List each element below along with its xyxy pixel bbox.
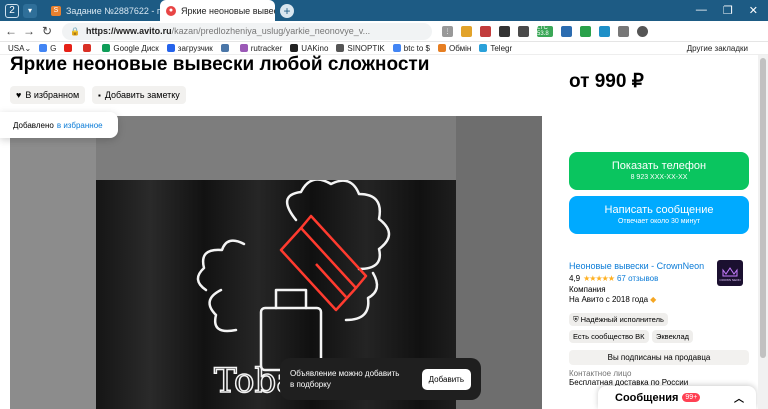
tab-list-chevron-icon[interactable]: ▾ bbox=[23, 3, 37, 18]
tab-label: Задание №2887622 - про bbox=[66, 5, 160, 16]
bookmark-item[interactable]: Google Диск bbox=[102, 44, 159, 53]
bookmark-item[interactable]: Обмін bbox=[438, 44, 471, 53]
lock-icon: 🔒 bbox=[70, 26, 80, 36]
tab-label: Яркие неоновые вывес bbox=[181, 5, 275, 16]
write-message-button[interactable]: Написать сообщение Отвечает около 30 мин… bbox=[569, 196, 749, 234]
back-arrow-icon[interactable]: ← bbox=[4, 24, 18, 38]
extension-shield-icon[interactable] bbox=[461, 25, 472, 37]
url-host: https://www.avito.ru bbox=[85, 26, 172, 36]
tab-favicon-icon: S bbox=[51, 5, 61, 16]
exchange-icon bbox=[438, 44, 447, 52]
extension-download-icon[interactable] bbox=[580, 25, 591, 37]
svg-text:CROWN NEON: CROWN NEON bbox=[719, 278, 740, 282]
address-bar[interactable]: 🔒 https://www.avito.ru /kazan/predlozhen… bbox=[62, 22, 432, 40]
extensions-puzzle-icon[interactable] bbox=[618, 25, 629, 37]
gallery-blur-left bbox=[10, 116, 96, 409]
seller-logo[interactable]: CROWN NEON bbox=[717, 260, 743, 286]
seller-rating: 4,9 ★★★★★ 67 отзывов bbox=[569, 274, 659, 283]
gmail-icon[interactable] bbox=[83, 44, 94, 52]
seller-type: Компания bbox=[569, 285, 606, 294]
tab-count-button[interactable]: 2 bbox=[5, 3, 19, 18]
tab-avito[interactable]: ● Яркие неоновые вывес ✕ bbox=[160, 0, 275, 21]
favorite-tooltip: Добавлено в избранное bbox=[0, 112, 118, 138]
telegram-icon bbox=[479, 44, 488, 52]
show-phone-button[interactable]: Показать телефон 8 923 XXX-XX-XX bbox=[569, 152, 749, 190]
forward-arrow-icon[interactable]: → bbox=[22, 24, 36, 38]
favorites-link[interactable]: в избранное bbox=[57, 121, 103, 130]
profile-icon[interactable] bbox=[637, 25, 648, 37]
messages-panel[interactable]: Сообщения 99+ ︿ bbox=[598, 386, 756, 409]
window-controls: — ❐ ✕ bbox=[696, 4, 758, 17]
close-window-icon[interactable]: ✕ bbox=[749, 4, 758, 17]
note-icon: ▪ bbox=[98, 90, 101, 100]
browser-tab-bar: 2 ▾ S Задание №2887622 - про ● Яркие нео… bbox=[0, 0, 768, 21]
vk-icon[interactable] bbox=[220, 44, 232, 52]
new-tab-button[interactable]: + bbox=[280, 3, 294, 18]
url-path: /kazan/predlozheniya_uslug/yarkie_neonov… bbox=[171, 26, 371, 36]
uakino-icon bbox=[290, 44, 299, 52]
other-bookmarks[interactable]: Другие закладки bbox=[687, 44, 748, 53]
subscribed-button[interactable]: Вы подписаны на продавца bbox=[569, 350, 749, 365]
extension-grey-icon[interactable] bbox=[518, 25, 529, 37]
medal-icon: ◆ bbox=[650, 295, 657, 304]
badge-reliable[interactable]: ⛨ Надёжный исполнитель bbox=[569, 313, 668, 326]
heart-icon: ♥ bbox=[16, 90, 22, 100]
rating-stars-icon: ★★★★★ bbox=[583, 274, 615, 283]
reload-icon[interactable]: ↻ bbox=[40, 24, 54, 38]
toast-text: Объявление можно добавить в подборку bbox=[290, 369, 400, 389]
bookmark-item[interactable]: SINOPTIK bbox=[336, 44, 385, 53]
bookmark-item[interactable]: UAKino bbox=[290, 44, 328, 53]
minimize-icon[interactable]: — bbox=[696, 4, 707, 17]
page-title: Яркие неоновые вывески любой сложности bbox=[10, 54, 430, 75]
ltc-price-badge[interactable]: LTC 53.8 bbox=[537, 25, 553, 37]
extension-dark-icon[interactable] bbox=[499, 25, 510, 37]
drive-icon bbox=[102, 44, 111, 52]
favorite-button[interactable]: ♥ В избранном bbox=[10, 86, 86, 104]
google-icon bbox=[39, 44, 48, 52]
contact-person-label: Контактное лицо bbox=[569, 369, 632, 378]
maximize-icon[interactable]: ❐ bbox=[723, 4, 733, 17]
extension-red-icon[interactable] bbox=[480, 25, 491, 37]
badge-extra[interactable]: Эквеклад bbox=[652, 330, 694, 343]
reviews-link[interactable]: 67 отзывов bbox=[617, 274, 658, 283]
add-note-button[interactable]: ▪ Добавить заметку bbox=[92, 86, 186, 104]
check-shield-icon: ⛨ bbox=[573, 314, 579, 324]
youtube-icon[interactable] bbox=[64, 44, 75, 52]
add-to-collection-button[interactable]: Добавить bbox=[421, 368, 471, 390]
bookmark-item[interactable]: USA ⌄ bbox=[8, 44, 31, 53]
seller-name-link[interactable]: Неоновые вывески - CrownNeon bbox=[569, 261, 704, 271]
add-to-collection-toast: Объявление можно добавить в подборку Доб… bbox=[280, 358, 481, 400]
crown-neon-logo-icon: CROWN NEON bbox=[719, 267, 741, 282]
avito-favicon-icon: ● bbox=[166, 5, 176, 16]
messages-count-badge: 99+ bbox=[682, 393, 701, 402]
bookmark-item[interactable]: загрузчик bbox=[166, 44, 213, 53]
rutracker-icon bbox=[239, 44, 248, 52]
bookmark-item[interactable]: G bbox=[39, 44, 56, 53]
sinoptik-icon bbox=[336, 44, 345, 52]
bookmark-item[interactable]: rutracker bbox=[239, 44, 282, 53]
extension-blue-icon[interactable] bbox=[561, 25, 572, 37]
loader-icon bbox=[166, 44, 175, 52]
bookmark-item[interactable]: btc to $ bbox=[392, 44, 430, 53]
tab-task[interactable]: S Задание №2887622 - про bbox=[45, 0, 160, 21]
menu-dots-icon[interactable]: ⋮ bbox=[442, 25, 453, 37]
extension-sync-icon[interactable] bbox=[599, 25, 610, 37]
bookmark-item[interactable]: Telegr bbox=[479, 44, 512, 53]
browser-toolbar: ← → ↻ 🔒 https://www.avito.ru /kazan/pred… bbox=[0, 21, 768, 42]
chevron-up-icon[interactable]: ︿ bbox=[734, 390, 744, 405]
btc-icon bbox=[392, 44, 401, 52]
price: от 990 ₽ bbox=[569, 71, 644, 92]
extension-icons: ⋮ LTC 53.8 bbox=[442, 25, 648, 37]
seller-since: На Авито с 2018 года ◆ bbox=[569, 295, 657, 304]
scrollbar-thumb[interactable] bbox=[760, 58, 766, 358]
badge-vk[interactable]: Есть сообщество ВК bbox=[569, 330, 649, 343]
